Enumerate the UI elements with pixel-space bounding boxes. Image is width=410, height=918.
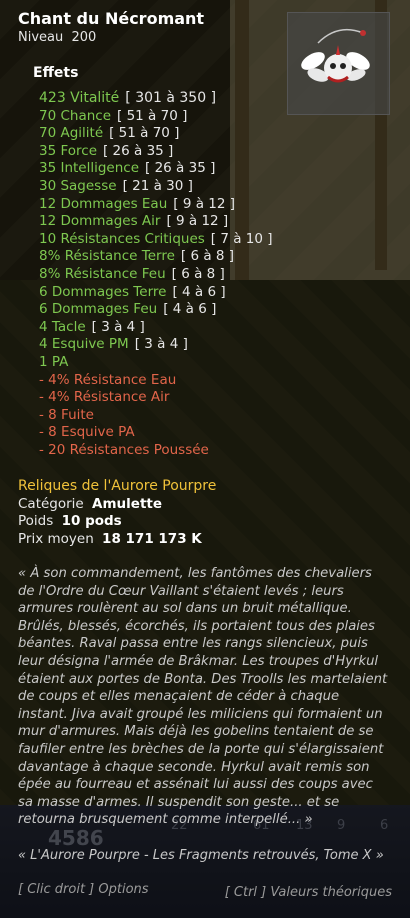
set-link[interactable]: Reliques de l'Aurore Pourpre (18, 478, 216, 494)
price-value: 18 171 173 K (102, 531, 202, 547)
effect-line: 70 Agilité[ 51 à 70 ] (39, 125, 180, 142)
effect-line: 8% Résistance Terre[ 6 à 8 ] (39, 248, 235, 265)
weight-label: Poids (18, 513, 54, 529)
effects-heading: Effets (33, 65, 79, 81)
effect-line: 30 Sagesse[ 21 à 30 ] (39, 177, 193, 194)
weight-row: Poids 10 pods (18, 513, 122, 529)
item-description: « À son commandement, les fantômes des c… (18, 566, 388, 828)
amulet-icon (301, 28, 370, 83)
ctrl-hint: [ Ctrl ] Valeurs théoriques (224, 885, 392, 900)
effect-line-negative: - 4% Résistance Eau (39, 371, 177, 388)
effect-line-negative: - 20 Résistances Poussée (39, 441, 209, 458)
effect-line: 4 Tacle[ 3 à 4 ] (39, 318, 145, 335)
effect-line: 423 Vitalité[ 301 à 350 ] (39, 90, 217, 106)
price-row: Prix moyen 18 171 173 K (18, 531, 202, 547)
effect-line: 35 Intelligence[ 26 à 35 ] (39, 160, 216, 177)
effects-list: 423 Vitalité[ 301 à 350 ] 70 Chance[ 51 … (39, 90, 273, 459)
level-label: Niveau (18, 30, 64, 45)
effect-line: 1 PA (39, 353, 69, 370)
category-label: Catégorie (18, 496, 84, 512)
effect-line: 6 Dommages Feu[ 4 à 6 ] (39, 301, 217, 318)
effect-line: 12 Dommages Eau[ 9 à 12 ] (39, 195, 236, 212)
description-source: « L'Aurore Pourpre - Les Fragments retro… (18, 848, 384, 863)
right-click-hint: [ Clic droit ] Options (18, 882, 149, 897)
category-value: Amulette (92, 496, 163, 512)
effect-line-negative: - 4% Résistance Air (39, 389, 170, 406)
effect-line: 10 Résistances Critiques[ 7 à 10 ] (39, 230, 273, 247)
effect-line-negative: - 8 Esquive PA (39, 424, 135, 441)
weight-value: 10 pods (61, 513, 122, 529)
item-level: Niveau 200 (18, 30, 96, 45)
effect-line: 35 Force[ 26 à 35 ] (39, 142, 174, 159)
effect-line: 6 Dommages Terre[ 4 à 6 ] (39, 283, 226, 300)
effect-line: 4 Esquive PM[ 3 à 4 ] (39, 336, 188, 353)
item-image (287, 12, 390, 115)
effect-line: 8% Résistance Feu[ 6 à 8 ] (39, 265, 225, 282)
item-tooltip: Chant du Nécromant Niveau 200 Effets 423… (0, 0, 410, 918)
effect-line-negative: - 8 Fuite (39, 406, 94, 423)
price-label: Prix moyen (18, 531, 94, 547)
effect-line: 70 Chance[ 51 à 70 ] (39, 107, 188, 124)
effect-line: 12 Dommages Air[ 9 à 12 ] (39, 213, 229, 230)
level-value: 200 (71, 30, 97, 45)
category-row: Catégorie Amulette (18, 496, 162, 512)
item-name: Chant du Nécromant (18, 9, 205, 28)
